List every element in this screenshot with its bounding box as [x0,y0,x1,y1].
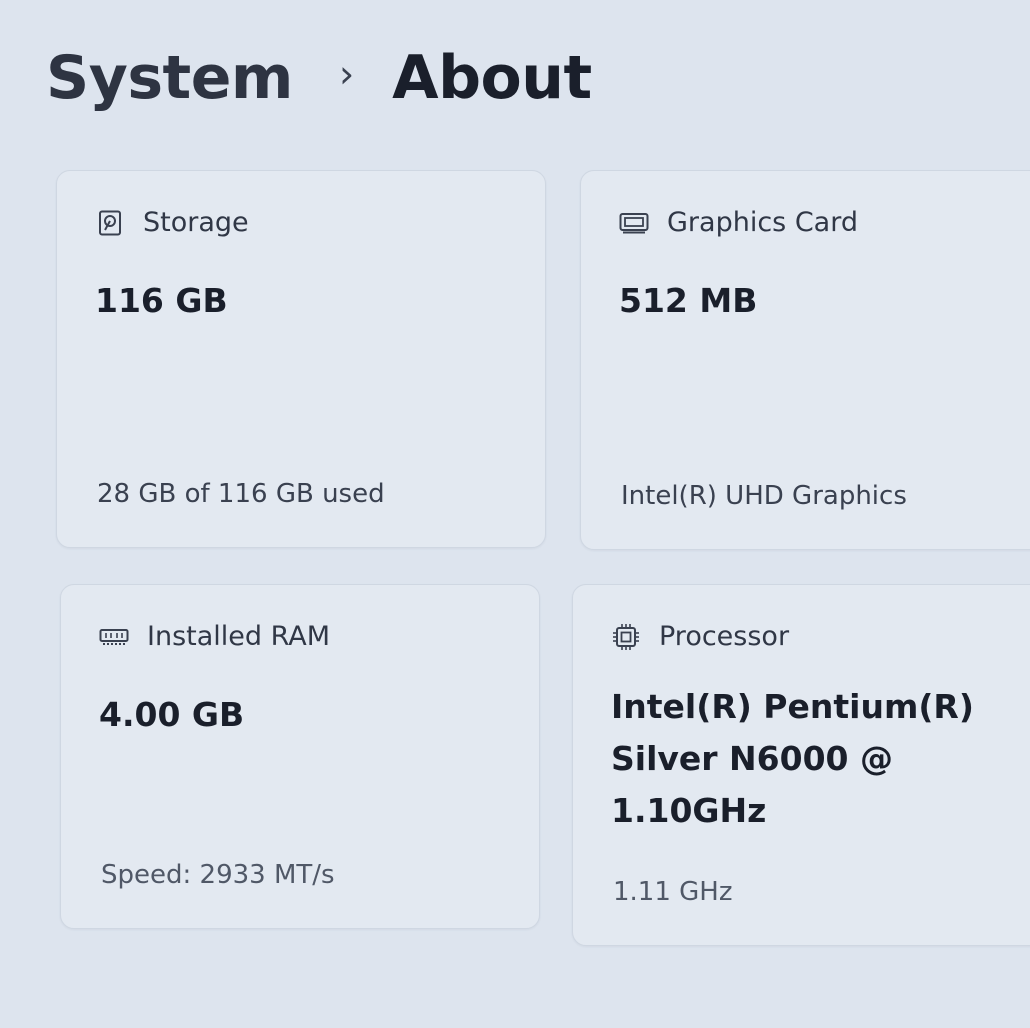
processor-card-title: Processor [659,621,790,652]
storage-card-usage: 28 GB of 116 GB used [97,479,385,509]
installed-ram-card-speed: Speed: 2933 MT/s [101,860,335,890]
hard-drive-icon [95,208,125,238]
storage-card-title: Storage [143,207,249,238]
graphics-card-adapter-name: Intel(R) UHD Graphics [621,481,907,511]
processor-card-value: Intel(R) Pentium(R) Silver N6000 @ 1.10G… [611,687,974,830]
storage-card-header: Storage [95,207,249,238]
graphics-card-icon [619,208,649,238]
breadcrumb-system-link[interactable]: System [46,43,293,113]
breadcrumb: System › About [46,38,592,118]
installed-ram-card-title: Installed RAM [147,621,331,652]
installed-ram-card: Installed RAM 4.00 GB Speed: 2933 MT/s [60,584,540,929]
processor-chip-icon [611,622,641,652]
graphics-card-title: Graphics Card [667,207,858,238]
storage-card-value: 116 GB [95,281,228,320]
processor-card-clock-speed: 1.11 GHz [613,877,733,907]
processor-card-header: Processor [611,621,789,652]
storage-card: Storage 116 GB 28 GB of 116 GB used [56,170,546,548]
graphics-card-header: Graphics Card [619,207,858,238]
breadcrumb-chevron-icon: › [338,52,355,96]
installed-ram-card-value: 4.00 GB [99,695,245,734]
processor-card: Processor Intel(R) Pentium(R) Silver N60… [572,584,1030,946]
memory-module-icon [99,622,129,652]
page-title: About [392,43,592,113]
graphics-card-card: Graphics Card 512 MB Intel(R) UHD Graphi… [580,170,1030,550]
installed-ram-card-header: Installed RAM [99,621,330,652]
graphics-card-value: 512 MB [619,281,758,320]
